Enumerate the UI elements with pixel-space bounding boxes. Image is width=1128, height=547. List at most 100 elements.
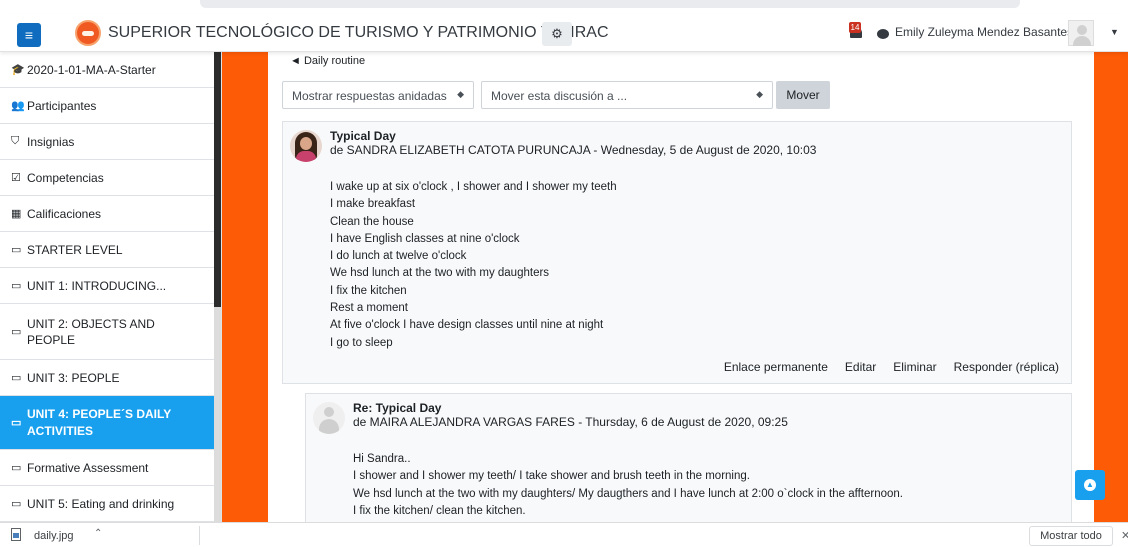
orange-frame-right <box>1094 52 1128 522</box>
sidebar-item-starter-level[interactable]: ▭ STARTER LEVEL <box>0 232 214 268</box>
display-mode-value: Mostrar respuestas anidadas <box>292 89 447 103</box>
sidebar-item-label: UNIT 5: Eating and drinking <box>27 496 175 511</box>
sidebar-item-label: UNIT 1: INTRODUCING... <box>27 278 167 293</box>
arrow-up-icon: ▲ <box>1084 479 1096 491</box>
sidebar-scrollbar[interactable] <box>214 52 221 522</box>
sidebar-item-label: UNIT 2: OBJECTS AND PEOPLE <box>27 316 155 347</box>
check-square-icon: ☑ <box>11 172 21 184</box>
users-icon: 👥 <box>11 100 25 112</box>
caret-down-icon[interactable]: ▼ <box>1110 27 1119 37</box>
table-icon: ▦ <box>11 208 22 220</box>
notifications-button[interactable]: 14 <box>849 22 863 40</box>
select-arrows-icon: ◆ <box>457 89 464 99</box>
default-user-icon <box>313 402 345 434</box>
select-arrows-icon: ◆ <box>756 89 763 99</box>
sidebar-item-label: Participantes <box>27 98 97 113</box>
sidebar-item-formative-assessment[interactable]: ▭ Formative Assessment <box>0 450 214 486</box>
sidebar-item-label: 2020-1-01-MA-A-Starter <box>27 62 156 77</box>
top-navbar: ≡ SUPERIOR TECNOLÓGICO DE TURISMO Y PATR… <box>0 14 1128 52</box>
user-name[interactable]: Emily Zuleyma Mendez Basantes <box>895 25 1073 39</box>
gears-icon: ⚙ <box>551 26 563 41</box>
sidebar-item-unit-1[interactable]: ▭ UNIT 1: INTRODUCING... <box>0 268 214 304</box>
folder-icon: ▭ <box>11 244 22 256</box>
post-line: I fix the kitchen <box>330 284 407 297</box>
author-avatar[interactable] <box>313 402 345 434</box>
gears-button[interactable]: ⚙ <box>542 22 572 46</box>
move-discussion-value: Mover esta discusión a ... <box>491 89 628 103</box>
folder-icon: ▭ <box>11 280 22 292</box>
post-subject: Re: Typical Day <box>353 401 442 415</box>
post-line: Rest a moment <box>330 302 408 315</box>
course-navigation-drawer: 🎓 2020-1-01-MA-A-Starter 👥 Participantes ⛉… <box>0 52 222 522</box>
user-avatar[interactable] <box>1068 20 1094 46</box>
downloads-divider <box>199 526 200 545</box>
discussion-content: ◄ Daily routine Mostrar respuestas anida… <box>268 52 1094 522</box>
shield-icon: ⛉ <box>11 135 20 147</box>
site-name[interactable]: SUPERIOR TECNOLÓGICO DE TURISMO Y PATRIM… <box>108 24 609 42</box>
folder-icon: ▭ <box>11 417 22 429</box>
post-line: Clean the house <box>330 215 414 228</box>
sidebar-item-grades[interactable]: ▦ Calificaciones <box>0 196 214 232</box>
post-byline: de MAIRA ALEJANDRA VARGAS FARES - Thursd… <box>353 415 788 429</box>
close-icon[interactable]: ✕ <box>1121 529 1128 542</box>
sidebar-item-label: Formative Assessment <box>27 460 149 475</box>
sidebar-scrollbar-thumb[interactable] <box>214 52 221 307</box>
author-avatar[interactable] <box>290 130 322 162</box>
post-line: I have English classes at nine o'clock <box>330 232 520 245</box>
sidebar-item-label: STARTER LEVEL <box>27 242 123 257</box>
sidebar-item-label: Insignias <box>27 134 75 149</box>
post-line: At five o'clock I have design classes un… <box>330 319 604 332</box>
sidebar-item-competencies[interactable]: ☑ Competencias <box>0 160 214 196</box>
post-line: We hsd lunch at the two with my daughter… <box>330 267 550 280</box>
sidebar-item-unit-4[interactable]: ▭ UNIT 4: PEOPLE´S DAILY ACTIVITIES <box>0 396 214 450</box>
previous-discussion-link[interactable]: ◄ Daily routine <box>290 55 365 67</box>
folder-icon: ▭ <box>11 462 22 474</box>
post-line: I fix the kitchen/ clean the kitchen. <box>353 504 526 517</box>
graduation-cap-icon: 🎓 <box>11 64 25 76</box>
move-discussion-select[interactable]: Mover esta discusión a ... ◆ <box>481 81 773 109</box>
hamburger-menu-button[interactable]: ≡ <box>17 23 41 47</box>
post-byline: de SANDRA ELIZABETH CATOTA PURUNCAJA - W… <box>330 143 817 157</box>
post-line: I do lunch at twelve o'clock <box>330 250 467 263</box>
sidebar-item-unit-5[interactable]: ▭ UNIT 5: Eating and drinking <box>0 486 214 522</box>
hamburger-icon: ≡ <box>24 27 34 43</box>
author-photo <box>290 130 322 162</box>
show-all-downloads-button[interactable]: Mostrar todo <box>1029 526 1113 546</box>
post-body: I wake up at six o'clock , I shower and … <box>330 179 617 352</box>
post-line: I shower and I shower my teeth/ I take s… <box>353 470 750 483</box>
browser-address-bar-edge <box>200 0 1020 8</box>
sidebar-item-label: Competencias <box>27 170 104 185</box>
sidebar-item-unit-3[interactable]: ▭ UNIT 3: PEOPLE <box>0 360 214 396</box>
sidebar-item-label: UNIT 3: PEOPLE <box>27 370 120 385</box>
move-button[interactable]: Mover <box>776 81 830 109</box>
post-subject: Typical Day <box>330 129 396 143</box>
sidebar-item-badges[interactable]: ⛉ Insignias <box>0 124 214 160</box>
forum-reply-post: Re: Typical Day de MAIRA ALEJANDRA VARGA… <box>305 393 1072 522</box>
post-line: Hi Sandra.. <box>353 453 411 465</box>
permalink-link[interactable]: Enlace permanente <box>724 360 828 374</box>
sidebar-item-label: Calificaciones <box>27 206 102 221</box>
download-file-name[interactable]: daily.jpg <box>34 530 74 542</box>
post-body: Hi Sandra.. I shower and I shower my tee… <box>353 451 903 520</box>
sidebar-item-participants[interactable]: 👥 Participantes <box>0 88 214 124</box>
institution-logo[interactable] <box>75 20 101 46</box>
edit-link[interactable]: Editar <box>845 360 876 374</box>
post-line: I go to sleep <box>330 336 393 349</box>
post-line: I wake up at six o'clock , I shower and … <box>330 181 617 193</box>
orange-frame-left <box>222 52 268 522</box>
post-line: I make breakfast <box>330 198 416 211</box>
display-mode-select[interactable]: Mostrar respuestas anidadas ◆ <box>282 81 474 109</box>
image-file-icon <box>11 528 21 541</box>
sidebar-item-unit-2[interactable]: ▭ UNIT 2: OBJECTS AND PEOPLE <box>0 304 214 360</box>
sidebar-item-course[interactable]: 🎓 2020-1-01-MA-A-Starter <box>0 52 214 88</box>
folder-icon: ▭ <box>11 498 22 510</box>
notification-count-badge: 14 <box>849 22 861 33</box>
chat-bubble-icon[interactable] <box>877 29 889 39</box>
folder-icon: ▭ <box>11 372 22 384</box>
reply-link[interactable]: Responder (réplica) <box>954 360 1059 374</box>
post-actions: Enlace permanente Editar Eliminar Respon… <box>724 360 1059 374</box>
back-to-top-button[interactable]: ▲ <box>1075 470 1105 500</box>
chevron-up-icon[interactable]: ⌃ <box>94 528 102 539</box>
browser-chrome-strip <box>0 0 1128 14</box>
delete-link[interactable]: Eliminar <box>893 360 936 374</box>
